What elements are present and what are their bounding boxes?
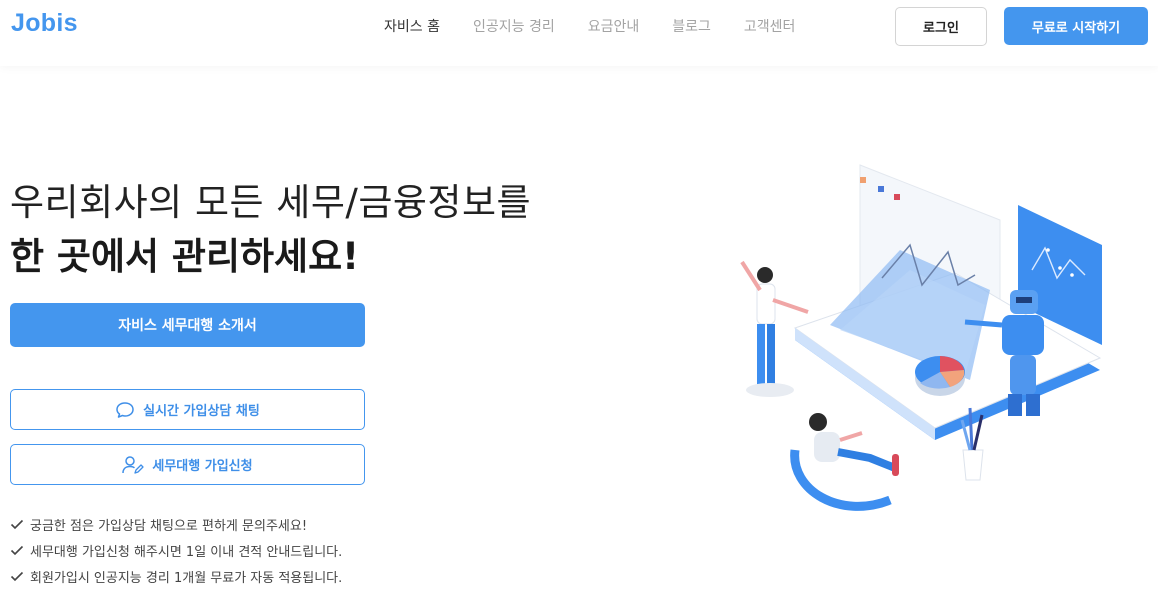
chat-bubble-icon (116, 401, 134, 418)
signup-apply-button[interactable]: 세무대행 가입신청 (10, 444, 365, 485)
benefit-list: 궁금한 점은 가입상담 채팅으로 편하게 문의주세요! 세무대행 가입신청 해주… (10, 511, 342, 589)
login-button[interactable]: 로그인 (895, 7, 987, 46)
site-header: Jobis 자비스 홈 인공지능 경리 요금안내 블로그 고객센터 로그인 무료… (0, 0, 1158, 66)
nav-item-blog[interactable]: 블로그 (672, 16, 711, 36)
live-chat-button[interactable]: 실시간 가입상담 채팅 (10, 389, 365, 430)
hero-illustration (740, 164, 1102, 511)
user-edit-icon (122, 455, 145, 474)
intro-brochure-button[interactable]: 자비스 세무대행 소개서 (10, 303, 365, 347)
live-chat-label: 실시간 가입상담 채팅 (143, 404, 260, 419)
checkmark-icon (10, 571, 24, 581)
benefit-text: 회원가입시 인공지능 경리 1개월 무료가 자동 적용됩니다. (30, 570, 343, 586)
benefit-item: 회원가입시 인공지능 경리 1개월 무료가 자동 적용됩니다. (10, 563, 342, 589)
jobis-logo[interactable]: Jobis (11, 9, 78, 38)
nav-item-support[interactable]: 고객센터 (744, 16, 796, 36)
checkmark-icon (10, 519, 24, 529)
main-nav: 자비스 홈 인공지능 경리 요금안내 블로그 고객센터 (384, 16, 828, 36)
nav-item-ai-accountant[interactable]: 인공지능 경리 (473, 16, 555, 36)
benefit-item: 세무대행 가입신청 해주시면 1일 이내 견적 안내드립니다. (10, 537, 342, 563)
benefit-text: 궁금한 점은 가입상담 채팅으로 편하게 문의주세요! (30, 518, 308, 534)
benefit-item: 궁금한 점은 가입상담 채팅으로 편하게 문의주세요! (10, 511, 342, 537)
signup-apply-label: 세무대행 가입신청 (152, 459, 253, 474)
start-free-button[interactable]: 무료로 시작하기 (1004, 7, 1148, 45)
nav-item-home[interactable]: 자비스 홈 (384, 16, 440, 36)
checkmark-icon (10, 545, 24, 555)
nav-item-pricing[interactable]: 요금안내 (588, 16, 640, 36)
hero-headline-line1: 우리회사의 모든 세무/금융정보를 (10, 181, 532, 224)
benefit-text: 세무대행 가입신청 해주시면 1일 이내 견적 안내드립니다. (30, 544, 343, 560)
hero-headline-line2: 한 곳에서 관리하세요! (10, 235, 359, 278)
